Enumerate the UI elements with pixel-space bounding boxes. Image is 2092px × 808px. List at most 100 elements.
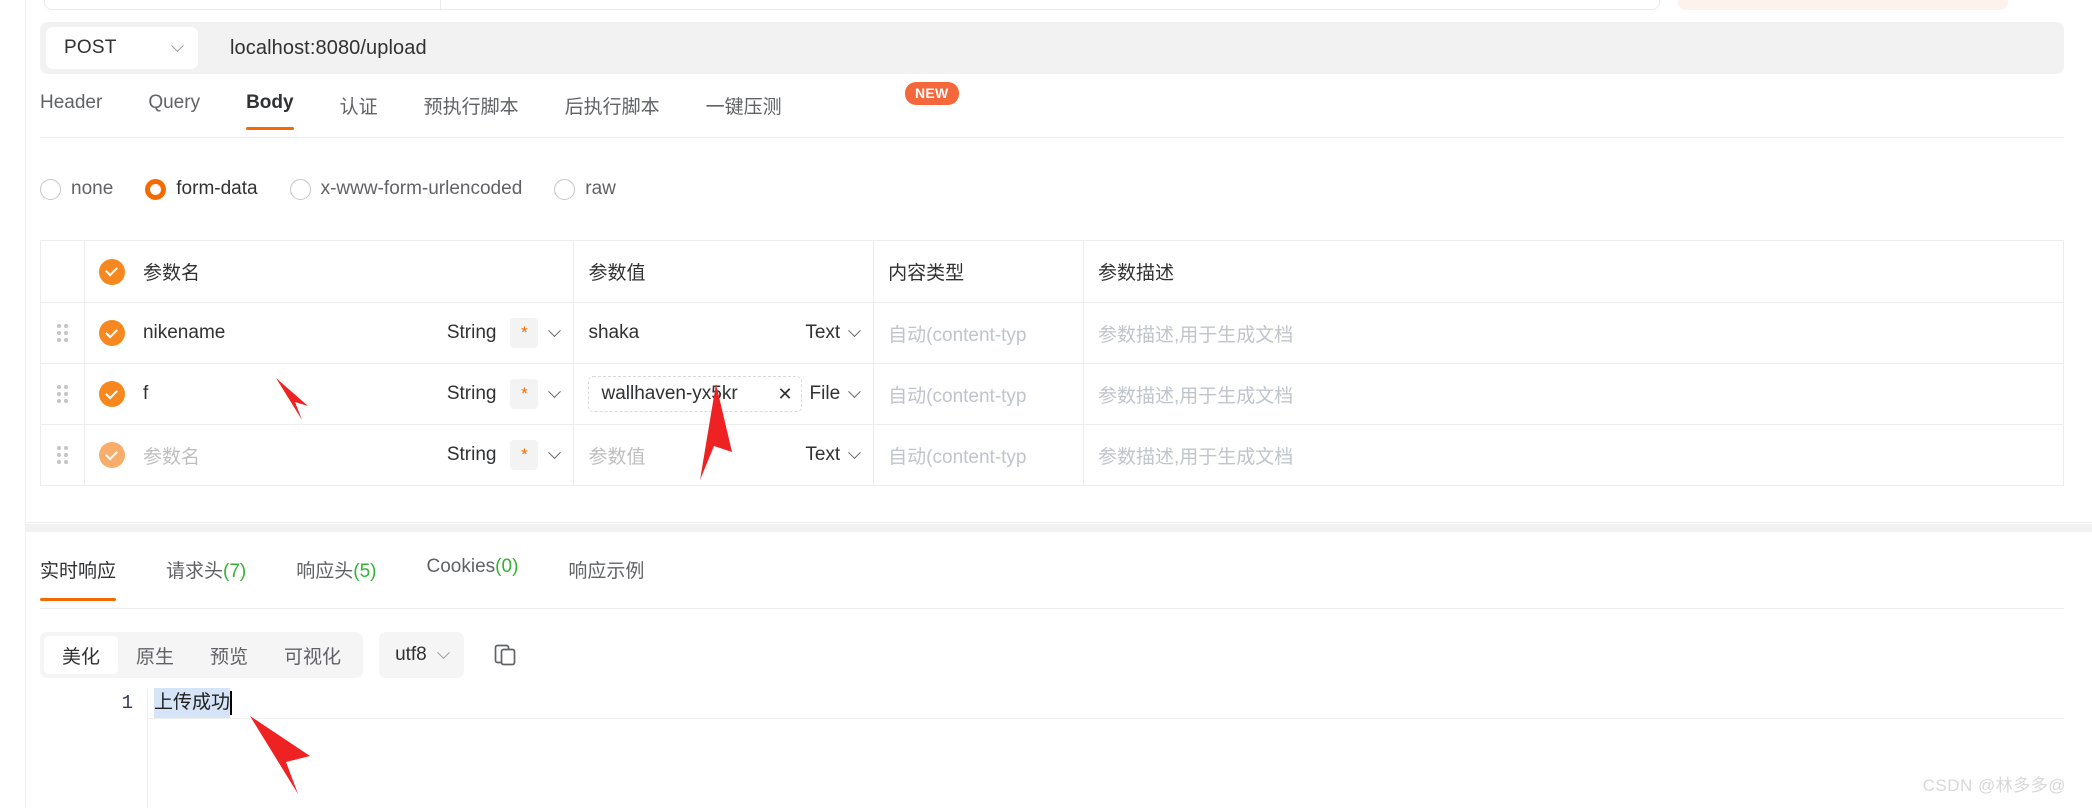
- param-type-label[interactable]: String: [447, 444, 497, 466]
- url-input[interactable]: localhost:8080/upload: [230, 37, 427, 60]
- param-value-input[interactable]: 参数值: [588, 442, 805, 469]
- remove-file-icon[interactable]: ✕: [777, 385, 792, 403]
- http-method-select[interactable]: POST: [46, 27, 198, 69]
- row-checkbox[interactable]: [98, 381, 125, 407]
- file-name-label: wallhaven-yx5kr: [601, 383, 738, 404]
- row-name-cell: 参数名 String *: [85, 425, 575, 485]
- request-tabs: Header Query Body 认证 预执行脚本 后执行脚本 一键压测: [40, 88, 2064, 138]
- row-value-cell: 参数值 Text: [574, 425, 875, 485]
- copy-response-button[interactable]: [490, 640, 520, 670]
- radio-raw[interactable]: raw: [554, 178, 616, 200]
- tab-response-headers-count: (5): [353, 561, 377, 582]
- row-description-cell: 参数描述,用于生成文档: [1084, 364, 2063, 424]
- param-description-input[interactable]: 参数描述,用于生成文档: [1098, 320, 1293, 347]
- partial-send-button[interactable]: [1678, 0, 2008, 10]
- row-drag-cell: [41, 303, 85, 363]
- encoding-select[interactable]: utf8: [379, 632, 464, 678]
- view-mode-beautify[interactable]: 美化: [44, 636, 119, 674]
- response-body: 1 上传成功: [40, 688, 2064, 808]
- drag-handle-icon[interactable]: [56, 446, 68, 464]
- param-type-label[interactable]: String: [447, 322, 497, 344]
- code-line-divider: [147, 718, 2064, 719]
- tab-stress-test[interactable]: 一键压测: [706, 88, 782, 135]
- radio-circle-selected-icon: [145, 178, 167, 200]
- select-all-checkbox[interactable]: [98, 258, 125, 285]
- radio-form-data-label: form-data: [176, 178, 258, 199]
- response-code-area[interactable]: 上传成功: [147, 688, 2064, 808]
- api-client-window: POST localhost:8080/upload Header Query …: [0, 0, 2092, 808]
- param-value-input[interactable]: shaka: [588, 322, 805, 344]
- tab-request-headers-label: 请求头: [166, 561, 224, 582]
- table-header-row: 参数名 参数值 内容类型 参数描述: [41, 241, 2063, 303]
- row-checkbox[interactable]: [98, 442, 125, 468]
- line-number: 1: [121, 692, 133, 714]
- drag-handle-icon[interactable]: [56, 385, 68, 403]
- tab-auth[interactable]: 认证: [340, 88, 378, 135]
- view-mode-visualize[interactable]: 可视化: [266, 636, 359, 674]
- params-table: 参数名 参数值 内容类型 参数描述 nikename String * shak…: [40, 240, 2064, 486]
- chevron-down-icon[interactable]: [548, 323, 562, 337]
- row-drag-cell: [41, 425, 85, 485]
- content-type-input[interactable]: 自动(content-typ: [888, 381, 1026, 408]
- value-kind-select[interactable]: Text: [805, 444, 862, 466]
- panel-splitter[interactable]: [26, 524, 2092, 532]
- required-badge[interactable]: *: [510, 379, 539, 409]
- row-drag-cell: [41, 364, 85, 424]
- row-content-type-cell: 自动(content-typ: [874, 425, 1084, 485]
- tab-cookies-count: (0): [495, 556, 519, 577]
- param-description-input[interactable]: 参数描述,用于生成文档: [1098, 381, 1293, 408]
- radio-raw-label: raw: [585, 178, 616, 199]
- row-checkbox[interactable]: [98, 320, 125, 346]
- param-type-group: String *: [447, 379, 562, 409]
- param-type-label[interactable]: String: [447, 383, 497, 405]
- required-badge[interactable]: *: [510, 440, 539, 470]
- file-chip[interactable]: wallhaven-yx5kr ✕: [588, 376, 802, 412]
- drag-handle-icon[interactable]: [56, 324, 68, 342]
- content-type-input[interactable]: 自动(content-typ: [888, 442, 1026, 469]
- row-description-cell: 参数描述,用于生成文档: [1084, 303, 2063, 363]
- radio-form-data[interactable]: form-data: [145, 178, 258, 200]
- tab-body[interactable]: Body: [246, 88, 294, 130]
- param-description-input[interactable]: 参数描述,用于生成文档: [1098, 442, 1293, 469]
- content-type-input[interactable]: 自动(content-typ: [888, 320, 1026, 347]
- tab-request-headers[interactable]: 请求头(7): [166, 552, 246, 601]
- chevron-down-icon[interactable]: [548, 445, 562, 459]
- tab-query[interactable]: Query: [148, 88, 200, 130]
- tab-response-headers[interactable]: 响应头(5): [296, 552, 376, 601]
- tab-pre-script[interactable]: 预执行脚本: [424, 88, 519, 135]
- response-tabs: 实时响应 请求头(7) 响应头(5) Cookies(0) 响应示例: [40, 552, 694, 601]
- radio-none[interactable]: none: [40, 178, 113, 200]
- chevron-down-icon: [848, 384, 862, 398]
- value-kind-select[interactable]: File: [810, 383, 862, 405]
- required-badge[interactable]: *: [510, 318, 539, 348]
- tab-cookies[interactable]: Cookies(0): [427, 552, 519, 596]
- response-text-selected: 上传成功: [154, 688, 231, 718]
- response-toolbar: 美化 原生 预览 可视化 utf8: [40, 632, 520, 678]
- tab-cookies-label: Cookies: [426, 556, 496, 577]
- body-type-radio-group: none form-data x-www-form-urlencoded raw: [40, 178, 648, 200]
- row-value-cell: wallhaven-yx5kr ✕ File: [574, 364, 875, 424]
- row-name-cell: nikename String *: [85, 303, 575, 363]
- param-name-input[interactable]: f: [143, 383, 447, 405]
- encoding-label: utf8: [395, 644, 427, 665]
- tab-header[interactable]: Header: [40, 88, 102, 130]
- text-cursor: [230, 691, 233, 715]
- tab-response-example[interactable]: 响应示例: [568, 552, 644, 601]
- tab-response-headers-label: 响应头: [296, 561, 354, 582]
- header-content-type-cell: 内容类型: [874, 241, 1084, 302]
- tab-post-script[interactable]: 后执行脚本: [565, 88, 660, 135]
- value-kind-select[interactable]: Text: [805, 322, 862, 344]
- radio-x-www-form-urlencoded[interactable]: x-www-form-urlencoded: [289, 178, 522, 200]
- view-mode-raw[interactable]: 原生: [118, 636, 192, 674]
- chevron-down-icon[interactable]: [548, 384, 562, 398]
- chevron-down-icon: [848, 323, 862, 337]
- table-row: 参数名 String * 参数值 Text 自动(content-typ 参数描…: [41, 425, 2063, 486]
- tab-realtime-response[interactable]: 实时响应: [40, 552, 117, 601]
- param-name-input[interactable]: nikename: [143, 322, 447, 344]
- param-name-input[interactable]: 参数名: [143, 442, 447, 469]
- row-content-type-cell: 自动(content-typ: [874, 303, 1084, 363]
- view-mode-preview[interactable]: 预览: [192, 636, 266, 674]
- row-description-cell: 参数描述,用于生成文档: [1084, 425, 2063, 485]
- header-content-type-label: 内容类型: [888, 263, 965, 284]
- header-name-cell: 参数名: [85, 241, 575, 302]
